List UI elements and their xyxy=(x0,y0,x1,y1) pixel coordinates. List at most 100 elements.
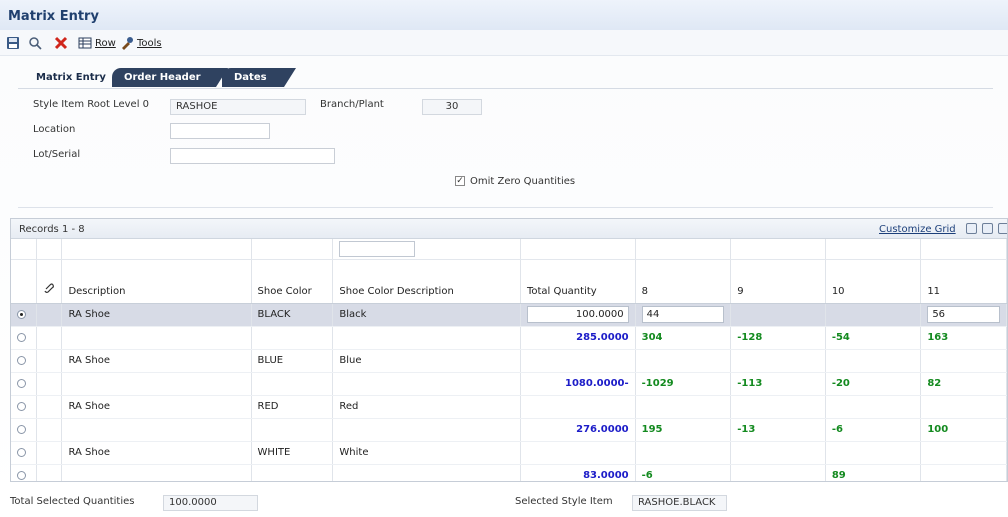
row-select-cell[interactable] xyxy=(11,303,38,327)
size-9-value: -128 xyxy=(737,332,763,343)
qbe-filter-input[interactable] xyxy=(339,240,416,257)
row-select-cell[interactable] xyxy=(11,464,38,481)
branch-plant-label: Branch/Plant xyxy=(320,99,384,110)
column-header-9[interactable]: 9 xyxy=(730,259,826,304)
column-header-description[interactable]: Description xyxy=(61,259,252,304)
table-row[interactable]: 83.0000 -6 89 xyxy=(11,464,1007,481)
row-select-radio[interactable] xyxy=(17,332,26,342)
column-header-8[interactable]: 8 xyxy=(635,259,732,304)
tools-icon xyxy=(122,37,133,50)
shoe-color-description-value: Black xyxy=(339,309,367,320)
size-9-value: -13 xyxy=(737,424,756,435)
location-field[interactable] xyxy=(170,123,270,139)
tab-dates[interactable]: Dates xyxy=(222,68,296,87)
total-quantity-cell: 276.0000 xyxy=(520,418,636,442)
delete-button[interactable] xyxy=(54,35,68,51)
shoe-color-description-cell xyxy=(332,372,521,396)
size-9-cell: -113 xyxy=(730,372,826,396)
row-select-radio[interactable] xyxy=(17,424,26,434)
description-cell xyxy=(61,464,252,481)
row-select-radio[interactable] xyxy=(17,378,26,388)
total-quantity-cell[interactable]: 100.0000 xyxy=(520,303,636,327)
description-cell xyxy=(61,372,252,396)
size-9-cell[interactable] xyxy=(730,303,826,327)
shoe-color-cell xyxy=(251,326,334,350)
size-8-cell xyxy=(635,349,732,373)
row-select-cell[interactable] xyxy=(11,349,38,373)
shoe-color-description-cell xyxy=(332,418,521,442)
omit-zero-checkbox[interactable]: ✓ xyxy=(455,176,465,186)
description-value: RA Shoe xyxy=(68,355,110,366)
tab-order-header[interactable]: Order Header xyxy=(112,68,228,87)
tools-menu-button[interactable]: Tools xyxy=(120,35,162,51)
row-select-cell[interactable] xyxy=(11,326,38,350)
matrix-grid: Records 1 - 8 Customize Grid Description… xyxy=(10,218,1008,482)
row-select-radio[interactable] xyxy=(17,355,26,365)
tab-matrix-entry[interactable]: Matrix Entry xyxy=(24,68,118,87)
size-9-cell: -13 xyxy=(730,418,826,442)
size-11-input[interactable]: 56 xyxy=(927,306,1000,323)
grid-options-icon[interactable] xyxy=(998,223,1007,234)
table-row[interactable]: 285.0000 304 -128 -54 163 xyxy=(11,326,1007,350)
column-header-shoe-color-description[interactable]: Shoe Color Description xyxy=(332,259,521,304)
row-select-cell[interactable] xyxy=(11,441,38,465)
lot-serial-label: Lot/Serial xyxy=(33,149,81,160)
title-bar: Matrix Entry xyxy=(0,0,1008,30)
column-header-shoe-color[interactable]: Shoe Color xyxy=(251,259,334,304)
lot-serial-field[interactable] xyxy=(170,148,335,164)
row-attachment-cell xyxy=(36,395,63,419)
shoe-color-cell xyxy=(251,372,334,396)
shoe-color-description-value: Red xyxy=(339,401,359,412)
size-8-value: 195 xyxy=(641,424,663,435)
row-select-cell[interactable] xyxy=(11,395,38,419)
size-10-cell: -54 xyxy=(825,326,922,350)
size-11-cell: 82 xyxy=(920,372,1007,396)
table-row[interactable]: RA Shoe BLACK Black 100.0000 44 56 xyxy=(11,303,1007,327)
size-8-cell xyxy=(635,395,732,419)
table-row[interactable]: 1080.0000- -1029 -113 -20 82 xyxy=(11,372,1007,396)
total-quantity-cell: 285.0000 xyxy=(520,326,636,350)
attachment-column-header[interactable] xyxy=(36,259,63,304)
table-row[interactable]: 276.0000 195 -13 -6 100 xyxy=(11,418,1007,442)
table-row[interactable]: RA Shoe WHITE White xyxy=(11,441,1007,465)
shoe-color-cell xyxy=(251,418,334,442)
row-select-radio[interactable] xyxy=(17,447,26,457)
row-select-radio[interactable] xyxy=(17,309,26,319)
row-select-radio[interactable] xyxy=(17,401,26,411)
row-menu-button[interactable]: Row xyxy=(78,35,116,51)
table-row[interactable]: RA Shoe BLUE Blue xyxy=(11,349,1007,373)
size-9-cell xyxy=(730,349,826,373)
save-button[interactable] xyxy=(6,35,20,51)
column-header-11[interactable]: 11 xyxy=(920,259,1007,304)
column-header-total-quantity[interactable]: Total Quantity xyxy=(520,259,636,304)
grid-table: Description Shoe Color Shoe Color Descri… xyxy=(11,239,1007,481)
size-11-cell[interactable]: 56 xyxy=(920,303,1007,327)
size-8-input[interactable]: 44 xyxy=(641,306,725,323)
row-select-radio[interactable] xyxy=(17,470,26,480)
shoe-color-value: RED xyxy=(257,401,279,412)
size-8-cell[interactable]: 44 xyxy=(635,303,732,327)
total-quantity-input[interactable]: 100.0000 xyxy=(526,306,629,323)
size-10-cell[interactable] xyxy=(825,303,922,327)
size-8-value: 304 xyxy=(641,332,663,343)
tools-menu-label: Tools xyxy=(137,37,162,49)
row-select-cell[interactable] xyxy=(11,418,38,442)
total-quantity-cell xyxy=(520,395,636,419)
row-attachment-cell xyxy=(36,418,63,442)
description-cell: RA Shoe xyxy=(61,303,252,327)
table-row[interactable]: RA Shoe RED Red xyxy=(11,395,1007,419)
column-header-10[interactable]: 10 xyxy=(825,259,922,304)
size-11-cell xyxy=(920,349,1007,373)
shoe-color-cell xyxy=(251,464,334,481)
export-icon[interactable] xyxy=(966,223,977,234)
import-icon[interactable] xyxy=(982,223,993,234)
size-11-cell xyxy=(920,395,1007,419)
omit-zero-label: Omit Zero Quantities xyxy=(470,176,576,187)
window-title: Matrix Entry xyxy=(8,9,99,24)
size-10-value: -54 xyxy=(831,332,850,343)
find-button[interactable] xyxy=(28,35,42,51)
total-quantity-value: 83.0000 xyxy=(583,470,629,481)
grid-row-icon xyxy=(78,37,92,49)
row-select-cell[interactable] xyxy=(11,372,38,396)
customize-grid-link[interactable]: Customize Grid xyxy=(879,224,956,235)
